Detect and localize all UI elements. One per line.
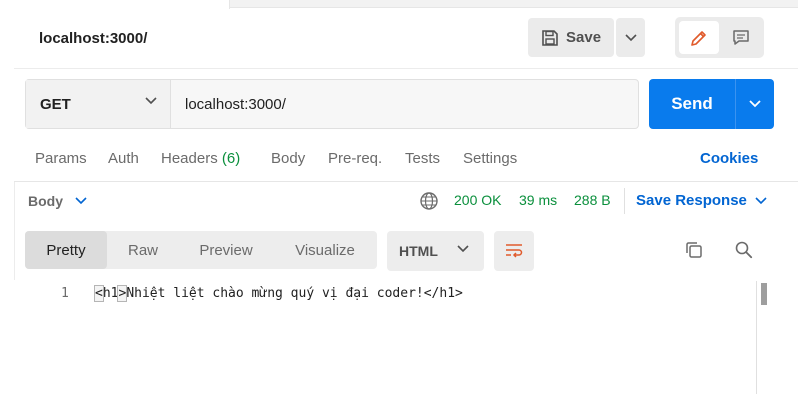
format-label: HTML [399, 243, 438, 259]
pencil-icon [691, 30, 706, 46]
save-button[interactable]: Save [528, 18, 614, 57]
tab-auth[interactable]: Auth [108, 150, 139, 167]
tab-headers-count: (6) [221, 150, 241, 167]
chevron-down-icon [624, 33, 637, 41]
copy-icon[interactable] [684, 240, 704, 260]
code-line[interactable]: <h1>Nhiệt liệt chào mừng quý vị đại code… [94, 285, 463, 302]
method-label: GET [40, 95, 71, 113]
save-button-label: Save [566, 29, 602, 46]
tab-body[interactable]: Body [271, 150, 305, 167]
header-divider [14, 68, 798, 69]
tab-params[interactable]: Params [35, 150, 87, 167]
chevron-down-icon [145, 97, 157, 105]
url-bar: GET localhost:3000/ [25, 79, 639, 129]
active-request-tab[interactable] [0, 0, 230, 9]
comment-mode-button[interactable] [722, 21, 760, 54]
cookies-link[interactable]: Cookies [700, 150, 758, 167]
chevron-down-icon [75, 197, 87, 205]
response-body-label: Body [28, 193, 63, 209]
url-input[interactable]: localhost:3000/ [185, 80, 286, 128]
globe-icon[interactable] [419, 191, 439, 211]
line-number: 1 [61, 286, 69, 301]
tab-tests[interactable]: Tests [405, 150, 440, 167]
response-divider [14, 181, 798, 182]
editor-scrollbar[interactable] [761, 283, 767, 305]
request-title[interactable]: localhost:3000/ [39, 30, 147, 47]
save-options-dropdown[interactable] [616, 18, 645, 57]
tab-headers[interactable]: Headers (6) [161, 150, 240, 167]
status-divider [624, 188, 625, 214]
save-response-button[interactable]: Save Response [636, 192, 767, 209]
html-closing-tag: </h1> [423, 286, 463, 301]
editor-scroll-track [756, 281, 757, 394]
view-visualize[interactable]: Visualize [280, 231, 370, 269]
response-body-dropdown[interactable]: Body [28, 193, 87, 209]
chevron-down-icon [755, 196, 767, 204]
response-time[interactable]: 39 ms [519, 192, 557, 208]
save-icon [542, 29, 558, 46]
search-icon[interactable] [734, 240, 754, 260]
html-tag-name: h1 [102, 286, 119, 301]
bracket-open-highlight: < [94, 285, 104, 302]
view-preview[interactable]: Preview [185, 231, 267, 269]
tab-settings[interactable]: Settings [463, 150, 517, 167]
save-response-label: Save Response [636, 192, 747, 209]
chevron-down-icon [749, 100, 761, 108]
format-select[interactable]: HTML [387, 231, 484, 271]
request-tab-strip [0, 0, 798, 9]
tab-headers-label: Headers [161, 150, 218, 167]
chevron-down-icon [457, 245, 469, 253]
response-size[interactable]: 288 B [574, 192, 611, 208]
method-select[interactable]: GET [26, 80, 171, 128]
status-code[interactable]: 200 OK [454, 192, 501, 208]
send-button[interactable]: Send [649, 79, 735, 129]
postman-request-window: localhost:3000/ Save GET localhost:3000/… [0, 0, 798, 394]
edit-mode-button[interactable] [679, 21, 719, 54]
code-text: Nhiệt liệt chào mừng quý vị đại coder! [126, 286, 424, 301]
view-raw[interactable]: Raw [113, 231, 173, 269]
wrap-lines-button[interactable] [494, 231, 534, 271]
comment-icon [733, 29, 749, 45]
send-options-dropdown[interactable] [735, 79, 774, 129]
view-pretty[interactable]: Pretty [25, 231, 107, 269]
wrap-lines-icon [506, 244, 523, 258]
tab-pre-request[interactable]: Pre-req. [328, 150, 382, 167]
